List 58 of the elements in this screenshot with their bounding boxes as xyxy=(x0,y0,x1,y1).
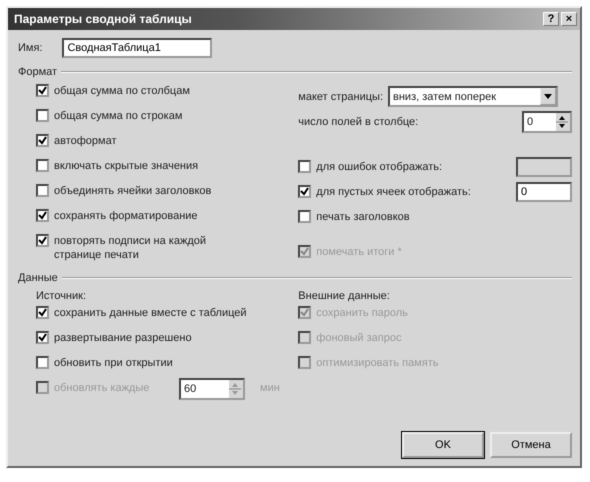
unit-label: мин xyxy=(260,381,280,395)
check-icon xyxy=(38,136,47,145)
checkbox[interactable] xyxy=(298,185,312,198)
checkbox-label: сохранить данные вместе с таблицей xyxy=(54,306,247,320)
page-layout-dropdown[interactable]: вниз, затем поперек xyxy=(388,86,558,107)
close-button[interactable]: × xyxy=(561,12,577,26)
checkbox[interactable] xyxy=(36,184,49,197)
checkbox-label: оптимизировать память xyxy=(316,356,438,370)
checkbox[interactable] xyxy=(36,209,49,222)
checkbox-label: автоформат xyxy=(54,134,117,148)
checkbox[interactable] xyxy=(36,159,49,172)
checkbox-label: развертывание разрешено xyxy=(54,331,192,345)
check-icon xyxy=(38,333,47,342)
help-button[interactable]: ? xyxy=(543,12,559,26)
section-label: Источник: xyxy=(36,289,88,304)
checkbox-label: общая сумма по столбцам xyxy=(54,84,190,98)
page-layout-label: макет страницы: xyxy=(298,90,384,102)
cancel-button[interactable]: Отмена xyxy=(490,432,572,458)
checkbox[interactable] xyxy=(36,356,49,369)
checkbox-label: объединять ячейки заголовков xyxy=(54,184,212,198)
check-icon xyxy=(300,308,310,317)
checkbox[interactable] xyxy=(36,306,49,319)
check-icon xyxy=(38,236,47,245)
checkbox-label: для пустых ячеек отображать: xyxy=(316,184,472,198)
checkbox[interactable] xyxy=(298,160,312,173)
checkbox[interactable] xyxy=(36,234,49,247)
dropdown-arrow-icon xyxy=(544,94,552,99)
checkbox-label: обновлять каждые xyxy=(54,381,150,395)
fields-per-column-label: число полей в столбце: xyxy=(298,116,420,128)
checkbox[interactable] xyxy=(36,134,49,147)
checkbox-label: для ошибок отображать: xyxy=(316,160,444,174)
check-icon xyxy=(300,247,310,256)
group-title: Формат xyxy=(18,66,58,78)
checkbox[interactable] xyxy=(36,84,49,97)
empty-value-field[interactable]: 0 xyxy=(516,182,572,202)
check-icon xyxy=(38,308,47,317)
check-icon xyxy=(38,86,47,95)
group-title: Данные xyxy=(18,272,58,284)
checkbox-label: сохранять форматирование xyxy=(54,209,198,223)
section-label: Внешние данные: xyxy=(298,289,391,304)
ok-button[interactable]: OK xyxy=(402,432,484,458)
checkbox-label: включать скрытые значения xyxy=(54,159,198,173)
window-title: Параметры сводной таблицы xyxy=(14,12,193,26)
checkbox[interactable] xyxy=(36,109,49,122)
checkbox[interactable] xyxy=(298,210,312,223)
check-icon xyxy=(38,211,47,220)
checkbox-label: сохранить пароль xyxy=(316,306,408,320)
checkbox-label: обновить при открытии xyxy=(54,356,173,370)
checkbox-label: печать заголовков xyxy=(316,210,410,224)
name-label: Имя: xyxy=(18,42,42,54)
checkbox-label: общая сумма по строкам xyxy=(54,109,182,123)
name-field[interactable]: СводнаяТаблица1 xyxy=(62,38,212,58)
check-icon xyxy=(300,187,310,196)
spinner-field[interactable]: 0 xyxy=(522,110,572,132)
checkbox-label: фоновый запрос xyxy=(316,331,402,345)
checkbox-label: повторять подписи на каждой странице печати xyxy=(54,234,207,262)
checkbox[interactable] xyxy=(36,331,49,344)
checkbox-label: помечать итоги * xyxy=(316,244,402,258)
